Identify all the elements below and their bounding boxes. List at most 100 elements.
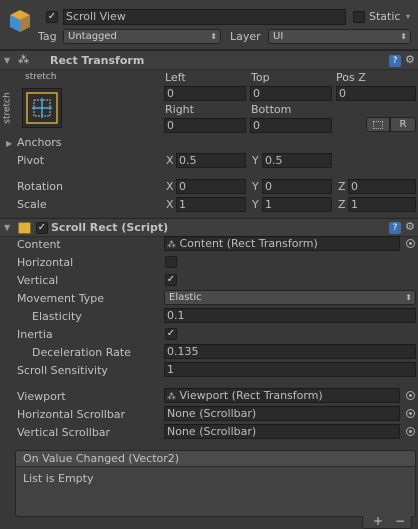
scroll-rect-title: Scroll Rect (Script) (51, 221, 169, 234)
rotation-x-axis-label: X (166, 180, 174, 193)
deceleration-rate-label: Deceleration Rate (32, 346, 131, 359)
viewport-rect-transform-icon: ⁂ (167, 392, 176, 402)
rotation-x-input[interactable]: 0 (176, 179, 246, 194)
anchors-label[interactable]: Anchors (17, 136, 62, 149)
add-event-button[interactable]: + (373, 514, 383, 528)
tag-dropdown[interactable]: Untagged ⬍ (63, 29, 221, 44)
vertical-label: Vertical (17, 274, 59, 287)
static-label: Static (369, 10, 401, 23)
foldout-arrow-icon[interactable]: ▼ (4, 56, 10, 65)
rect-transform-small-icon: ⁂ (167, 240, 176, 250)
event-empty-text: List is Empty (23, 472, 94, 485)
event-header: On Value Changed (Vector2) (16, 451, 415, 467)
anchor-side-label: stretch (2, 92, 13, 124)
pivot-x-input[interactable]: 0.5 (176, 153, 246, 168)
help-icon[interactable]: ? (389, 55, 401, 67)
bottom-input[interactable]: 0 (250, 118, 332, 133)
scale-z-input[interactable]: 1 (348, 197, 416, 212)
scale-x-input[interactable]: 1 (176, 197, 246, 212)
static-dropdown-icon[interactable]: ▾ (406, 12, 410, 21)
remove-event-button[interactable]: − (395, 514, 405, 528)
top-label: Top (251, 71, 270, 84)
anchors-foldout-icon[interactable]: ▶ (6, 139, 12, 148)
event-title: On Value Changed (Vector2) (23, 452, 180, 465)
right-input[interactable]: 0 (164, 118, 246, 133)
left-input[interactable]: 0 (164, 86, 246, 101)
layer-label: Layer (230, 30, 261, 43)
pivot-y-input[interactable]: 0.5 (262, 153, 332, 168)
raw-edit-button[interactable]: R (390, 117, 416, 132)
on-value-changed-event: On Value Changed (Vector2) List is Empty (15, 450, 416, 517)
vertical-scrollbar-label: Vertical Scrollbar (17, 426, 111, 439)
scale-y-axis-label: Y (252, 198, 259, 211)
gameobject-name-input[interactable]: Scroll View (63, 9, 346, 25)
scale-z-axis-label: Z (338, 198, 346, 211)
elasticity-input[interactable]: 0.1 (164, 308, 416, 323)
bottom-label: Bottom (251, 103, 292, 116)
scale-x-axis-label: X (166, 198, 174, 211)
viewport-object-picker-icon[interactable] (406, 391, 415, 400)
pivot-x-axis-label: X (166, 154, 174, 167)
scale-label: Scale (17, 198, 47, 211)
blueprint-icon (373, 121, 383, 129)
layer-dropdown-arrow-icon: ⬍ (400, 32, 407, 41)
scroll-rect-header[interactable]: ▼ ✓ Scroll Rect (Script) ? ⚙ (0, 218, 418, 237)
left-label: Left (165, 71, 186, 84)
anchor-preset-icon (26, 92, 58, 124)
top-input[interactable]: 0 (250, 86, 332, 101)
gameobject-header: ✓ Scroll View Static ▾ Tag Untagged ⬍ La… (0, 0, 418, 50)
content-value: Content (Rect Transform) (179, 237, 318, 250)
horizontal-checkbox[interactable] (165, 256, 177, 268)
gear-icon[interactable]: ⚙ (405, 53, 415, 66)
gameobject-cube-icon (8, 8, 32, 34)
anchor-top-label: stretch (25, 72, 57, 82)
scroll-rect-foldout-icon[interactable]: ▼ (4, 223, 10, 232)
pivot-y-axis-label: Y (252, 154, 259, 167)
content-object-picker-icon[interactable] (406, 239, 415, 248)
viewport-value: Viewport (Rect Transform) (179, 389, 323, 402)
movement-type-label: Movement Type (17, 292, 105, 305)
rotation-z-input[interactable]: 0 (348, 179, 416, 194)
blueprint-mode-button[interactable] (366, 117, 390, 132)
rotation-y-input[interactable]: 0 (262, 179, 332, 194)
scroll-rect-help-icon[interactable]: ? (389, 222, 401, 234)
posz-input[interactable]: 0 (336, 86, 416, 101)
inertia-label: Inertia (17, 328, 53, 341)
layer-dropdown[interactable]: UI ⬍ (268, 29, 411, 44)
scroll-sensitivity-input[interactable]: 1 (164, 362, 416, 377)
viewport-field[interactable]: ⁂ Viewport (Rect Transform) (164, 388, 400, 403)
movement-type-value: Elastic (169, 292, 202, 303)
scroll-sensitivity-label: Scroll Sensitivity (17, 364, 108, 377)
scroll-rect-gear-icon[interactable]: ⚙ (405, 220, 415, 233)
horizontal-scrollbar-field[interactable]: None (Scrollbar) (164, 406, 400, 421)
rect-transform-title: Rect Transform (50, 54, 145, 67)
horizontal-scrollbar-picker-icon[interactable] (406, 409, 415, 418)
scroll-rect-enabled-checkbox[interactable]: ✓ (36, 222, 48, 234)
vertical-checkbox[interactable]: ✓ (165, 274, 177, 286)
horizontal-label: Horizontal (17, 256, 74, 269)
rotation-z-axis-label: Z (338, 180, 346, 193)
right-label: Right (165, 103, 194, 116)
movement-type-dropdown[interactable]: Elastic ⬍ (164, 290, 416, 305)
script-icon (18, 222, 31, 234)
scale-y-input[interactable]: 1 (262, 197, 332, 212)
rect-transform-icon: ⁂ (18, 53, 29, 66)
event-footer: + − (362, 514, 412, 529)
elasticity-label: Elasticity (32, 310, 82, 323)
content-field[interactable]: ⁂ Content (Rect Transform) (164, 236, 400, 251)
active-checkbox[interactable]: ✓ (46, 11, 58, 23)
rect-transform-header[interactable]: ▼ ⁂ Rect Transform ? ⚙ (0, 50, 418, 70)
tag-label: Tag (38, 30, 57, 43)
static-checkbox[interactable] (353, 11, 365, 23)
viewport-label: Viewport (17, 390, 66, 403)
vertical-scrollbar-field[interactable]: None (Scrollbar) (164, 424, 400, 439)
inertia-checkbox[interactable]: ✓ (165, 328, 177, 340)
posz-label: Pos Z (336, 71, 366, 84)
vertical-scrollbar-picker-icon[interactable] (406, 427, 415, 436)
content-label: Content (17, 238, 61, 251)
anchor-preset-button[interactable] (22, 88, 62, 128)
deceleration-rate-input[interactable]: 0.135 (164, 344, 416, 359)
raw-edit-label: R (399, 119, 407, 130)
movement-type-arrow-icon: ⬍ (405, 293, 412, 302)
pivot-label: Pivot (17, 154, 45, 167)
